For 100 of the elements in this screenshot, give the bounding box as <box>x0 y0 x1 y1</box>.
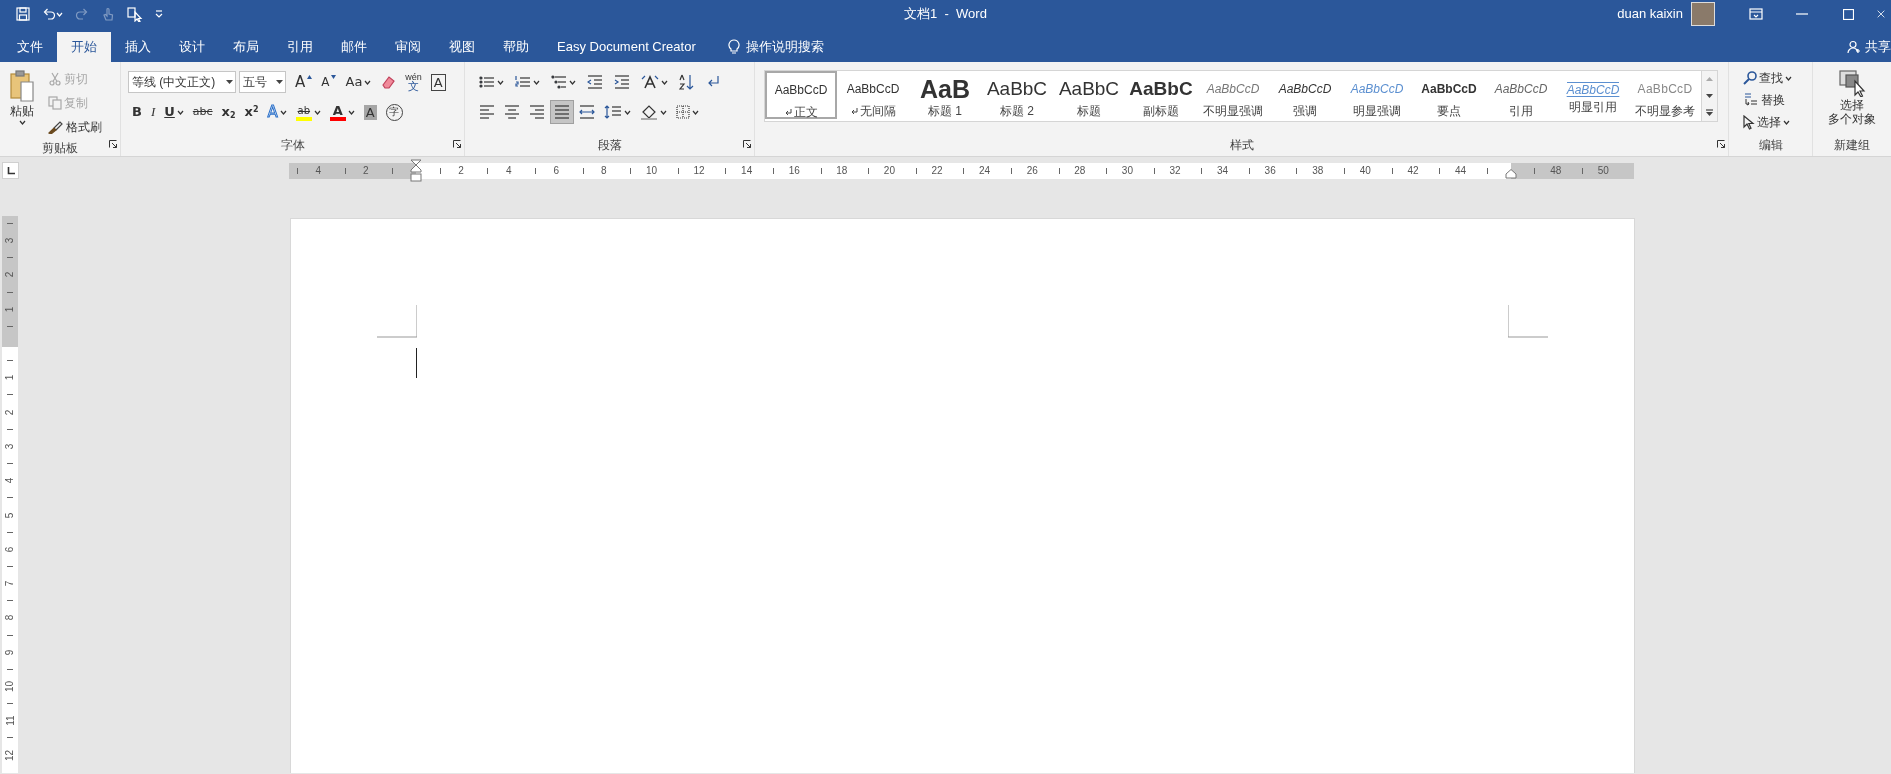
ruler-number: 22 <box>930 164 944 178</box>
eraser-icon <box>380 74 397 90</box>
return-arrow-icon <box>706 75 720 89</box>
clipboard-action-button[interactable]: 格式刷 <box>44 115 106 139</box>
font-name-field[interactable]: 等线 (中文正文) <box>128 71 236 93</box>
more-styles-button[interactable] <box>1702 104 1717 121</box>
ribbon-tab[interactable]: 文件 <box>3 32 57 62</box>
case-button[interactable]: Aa <box>341 70 376 94</box>
ruler-number: 14 <box>740 164 754 178</box>
ruler-number: 10 <box>644 164 658 178</box>
ruler-number: 34 <box>1216 164 1230 178</box>
select-button[interactable]: 选择 <box>1739 111 1808 133</box>
ruler-number: 3 <box>3 443 17 450</box>
shading-button[interactable]: A <box>359 100 381 124</box>
copy-icon <box>48 96 62 110</box>
ruler-number: 16 <box>787 164 801 178</box>
maximize-icon <box>1842 8 1854 20</box>
italic-button[interactable]: I <box>146 100 160 124</box>
search-icon <box>1743 71 1757 85</box>
bold-button[interactable]: B <box>128 100 146 124</box>
ribbon-tab[interactable]: 审阅 <box>381 32 435 62</box>
up-triangle-icon <box>307 75 313 79</box>
caret-icon <box>276 79 283 85</box>
ruler-number: 2 <box>457 164 465 178</box>
strike-button[interactable]: abc <box>188 100 217 124</box>
ruler-number: 12 <box>3 749 17 761</box>
distributed-icon <box>579 105 595 119</box>
minimize-icon <box>1796 13 1808 15</box>
grow-button[interactable]: A <box>291 70 317 94</box>
ribbon-tab[interactable]: 插入 <box>111 32 165 62</box>
hand-icon <box>101 7 115 21</box>
group-label: 剪贴板 <box>42 141 78 155</box>
indent-marker-icon <box>410 158 423 183</box>
ruler-number: 48 <box>1549 164 1563 178</box>
tab-selector-button[interactable] <box>2 162 19 179</box>
undo-arrow-icon <box>42 7 56 21</box>
font-size-field[interactable]: 五号 <box>239 71 286 93</box>
ruler-number: 20 <box>882 164 896 178</box>
group-label: 编辑 <box>1758 138 1783 152</box>
decrease-indent-icon <box>587 75 603 89</box>
ruler-number: 9 <box>3 649 17 655</box>
window-title: 文档1 - Word <box>904 5 987 24</box>
launcher-icon <box>1717 139 1725 148</box>
ruler-number: 11 <box>3 715 17 726</box>
replace-icon <box>1743 92 1759 108</box>
indent-marker-icon <box>1504 168 1517 179</box>
underline-button[interactable]: U <box>160 100 188 124</box>
close-icon <box>1877 8 1885 20</box>
ruler-number: 18 <box>835 164 849 178</box>
ribbon-tab[interactable]: 设计 <box>165 32 219 62</box>
numbered-list-icon <box>515 75 531 89</box>
ribbon-tab[interactable]: 邮件 <box>327 32 381 62</box>
ribbon-tab[interactable]: 视图 <box>435 32 489 62</box>
justify-button[interactable] <box>550 100 574 124</box>
down-triangle-icon <box>331 75 337 79</box>
group-label: 字体 <box>280 138 305 152</box>
ruler-number: 38 <box>1311 164 1325 178</box>
ruler-number: 5 <box>3 512 17 518</box>
down-triangle-icon <box>1706 94 1713 98</box>
select-objects-button[interactable]: 选择 多个对象 <box>1824 67 1880 135</box>
ruler-number: 26 <box>1025 164 1039 178</box>
find-button[interactable]: 查找 <box>1739 67 1808 89</box>
user-name: duan kaixin <box>1617 5 1683 24</box>
shrink-button[interactable]: A <box>317 70 341 94</box>
ruler-number: 7 <box>3 580 17 587</box>
caret-icon <box>18 120 26 125</box>
ruler-number: 6 <box>552 164 561 178</box>
text-cursor <box>416 348 417 378</box>
sort-icon <box>679 74 695 90</box>
ribbon-tab[interactable]: 布局 <box>219 32 273 62</box>
group-label: 新建组 <box>1834 138 1870 152</box>
caret-icon <box>56 11 63 17</box>
ruler-number: 8 <box>3 615 17 621</box>
ruler-number: 2 <box>3 409 17 415</box>
highlight-button[interactable]: ab <box>291 100 325 124</box>
up-triangle-icon <box>1706 77 1713 82</box>
ruler-number: 36 <box>1263 164 1277 178</box>
ruler-number: 42 <box>1406 164 1420 178</box>
share-button[interactable]: 共享 <box>1841 32 1891 62</box>
ribbon-tab[interactable]: Easy Document Creator <box>543 32 710 62</box>
style-gallery-item[interactable]: AaBbCcD 正文 <box>765 71 837 119</box>
ruler-number: 30 <box>1120 164 1134 178</box>
ruler-number: 44 <box>1454 164 1468 178</box>
paste-button[interactable]: 粘贴 <box>4 67 40 139</box>
replace-button[interactable]: 替换 <box>1739 89 1808 111</box>
scissors-icon <box>48 72 62 86</box>
ruler-number: 50 <box>1596 164 1610 178</box>
ruler-number: 6 <box>3 546 17 553</box>
font-color-button[interactable]: A <box>325 100 359 124</box>
subscript-button[interactable]: x$_{2}$ <box>217 100 240 124</box>
phonetic-button[interactable]: wén 文 <box>401 70 426 94</box>
superscript-button[interactable]: x$^{2}$ <box>240 100 263 124</box>
ribbon-tab[interactable]: 帮助 <box>489 32 543 62</box>
ribbon-tab[interactable]: 引用 <box>273 32 327 62</box>
multilevel-list-icon <box>551 75 567 89</box>
ribbon-tab[interactable]: 开始 <box>57 32 111 62</box>
bullet-list-icon <box>479 75 495 89</box>
ruler-number: 4 <box>504 164 513 178</box>
tell-me-search[interactable]: 操作说明搜索 <box>721 32 830 62</box>
ruler-number: 4 <box>3 477 17 484</box>
